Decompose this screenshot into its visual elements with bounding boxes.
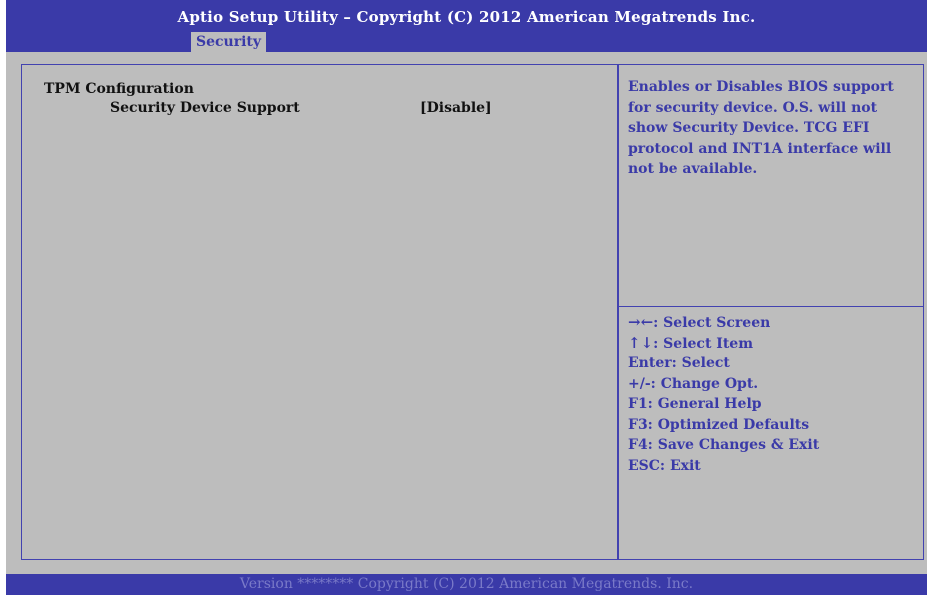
left-right-arrows-icon: →←	[628, 313, 654, 331]
help-panel: Enables or Disables BIOS support for sec…	[618, 64, 924, 560]
key-general-help: F1: General Help	[628, 396, 762, 412]
key-save-exit: F4: Save Changes & Exit	[628, 437, 820, 453]
key-select-item: ↑↓: Select Item	[628, 333, 918, 354]
security-device-support-label[interactable]: Security Device Support	[110, 100, 300, 116]
key-select-screen: →←: Select Screen	[628, 312, 918, 333]
tab-security[interactable]: Security	[191, 32, 267, 52]
header-bar: Aptio Setup Utility – Copyright (C) 2012…	[6, 0, 927, 52]
main-panel: TPM Configuration Security Device Suppor…	[21, 64, 618, 560]
key-optimized-defaults: F3: Optimized Defaults	[628, 416, 810, 433]
up-down-arrows-icon: ↑↓	[628, 333, 654, 352]
key-legend: →←: Select Screen ↑↓: Select Item Enter:…	[628, 312, 918, 476]
key-select-screen-label: : Select Screen	[653, 315, 771, 331]
security-device-support-value[interactable]: [Disable]	[420, 100, 492, 116]
footer-version: Version ******** Copyright (C) 2012 Amer…	[239, 576, 694, 592]
help-divider	[619, 306, 923, 307]
key-change-opt: +/-: Change Opt.	[628, 375, 759, 392]
header-title: Aptio Setup Utility – Copyright (C) 2012…	[177, 8, 756, 26]
key-enter: Enter: Select	[628, 355, 730, 371]
footer-bar: Version ******** Copyright (C) 2012 Amer…	[6, 574, 927, 595]
section-title: TPM Configuration	[44, 81, 194, 97]
setup-body: TPM Configuration Security Device Suppor…	[6, 52, 927, 574]
key-escape: ESC: Exit	[628, 457, 701, 474]
help-description: Enables or Disables BIOS support for sec…	[628, 79, 894, 177]
key-select-item-label: : Select Item	[653, 335, 754, 352]
